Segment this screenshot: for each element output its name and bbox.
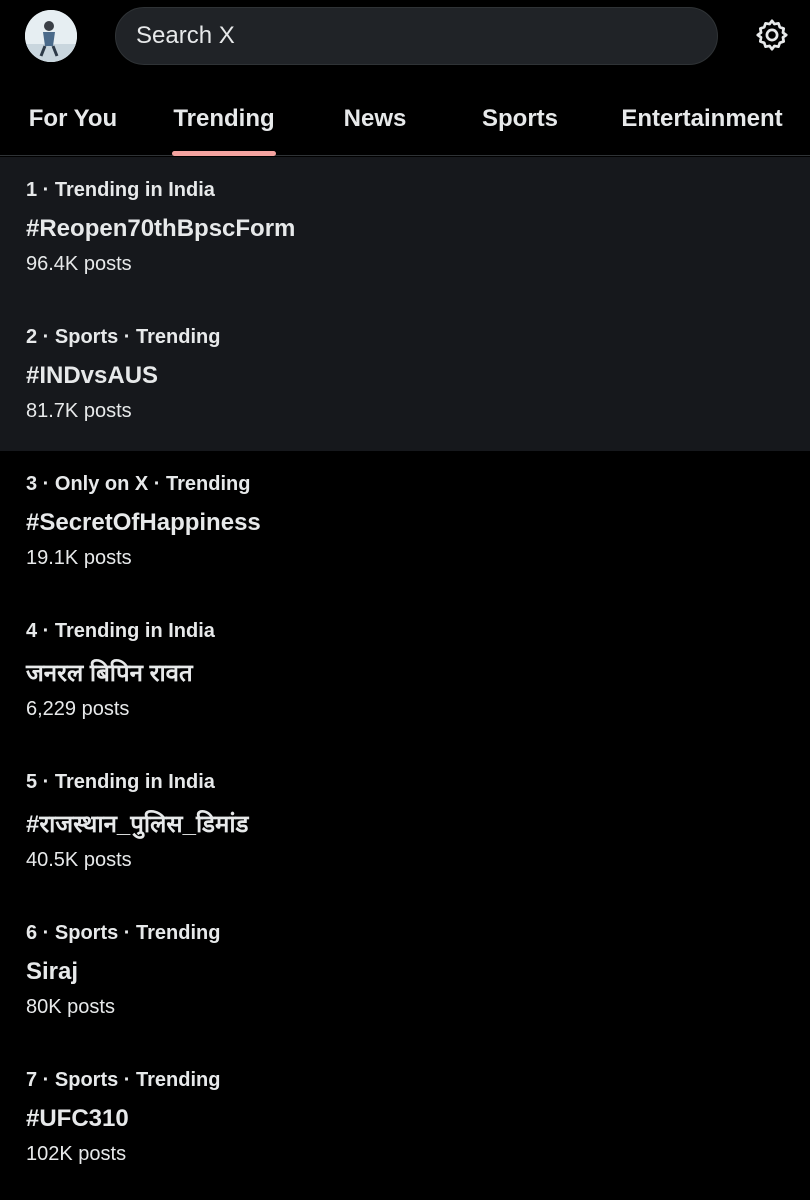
tab-label: For You [28,105,118,132]
search-input[interactable]: Search X [115,7,718,65]
trend-post-count: 19.1K posts [26,547,132,569]
trend-title: #INDvsAUS [26,362,159,389]
trend-post-count: 96.4K posts [26,253,132,275]
trend-title: #UFC310 [26,1105,129,1132]
trend-item[interactable]: 1 · Trending in India #Reopen70thBpscFor… [0,157,810,304]
search-placeholder: Search X [136,22,235,49]
trend-meta: 7 · Sports · Trending [26,1069,221,1091]
trend-title: #Reopen70thBpscForm [26,215,296,242]
trend-meta: 3 · Only on X · Trending [26,473,251,495]
tab-for-you[interactable]: For You [18,85,128,156]
tab-trending[interactable]: Trending [172,85,276,156]
trend-title: #SecretOfHappiness [26,509,261,536]
trend-meta: 6 · Sports · Trending [26,922,221,944]
trend-title: जनरल बिपिन रावत [26,660,193,687]
avatar-image [25,10,77,62]
trend-item[interactable]: 4 · Trending in India जनरल बिपिन रावत 6,… [0,598,810,749]
trend-post-count: 81.7K posts [26,400,132,422]
tab-label: News [343,105,407,132]
trend-post-count: 80K posts [26,996,115,1018]
trend-post-count: 40.5K posts [26,849,132,871]
tab-bar: For You Trending News Sports Entertainme… [0,85,810,156]
tab-sports[interactable]: Sports [476,85,564,156]
top-bar: Search X [0,0,810,76]
trend-item[interactable]: 2 · Sports · Trending #INDvsAUS 81.7K po… [0,304,810,451]
tab-label: Trending [173,105,275,132]
trend-meta: 5 · Trending in India [26,771,215,793]
tab-label: Sports [481,105,558,132]
profile-avatar[interactable] [25,10,77,62]
trend-item[interactable]: 7 · Sports · Trending #UFC310 102K posts [0,1047,810,1200]
trend-item[interactable]: 3 · Only on X · Trending #SecretOfHappin… [0,451,810,598]
trend-title: #राजस्थान_पुलिस_डिमांड [26,811,249,838]
trend-meta: 2 · Sports · Trending [26,326,221,348]
trend-item[interactable]: 6 · Sports · Trending Siraj 80K posts [0,900,810,1047]
tab-entertainment[interactable]: Entertainment [616,85,788,156]
trend-item[interactable]: 5 · Trending in India #राजस्थान_पुलिस_डि… [0,749,810,900]
trend-title: Siraj [26,958,79,985]
trend-post-count: 6,229 posts [26,698,130,720]
trend-post-count: 102K posts [26,1143,127,1165]
trend-meta: 1 · Trending in India [26,179,215,201]
trend-meta: 4 · Trending in India [26,620,215,642]
gear-icon[interactable] [752,15,792,55]
tab-news[interactable]: News [336,85,414,156]
tab-label: Entertainment [621,105,783,132]
active-tab-indicator [172,151,276,156]
